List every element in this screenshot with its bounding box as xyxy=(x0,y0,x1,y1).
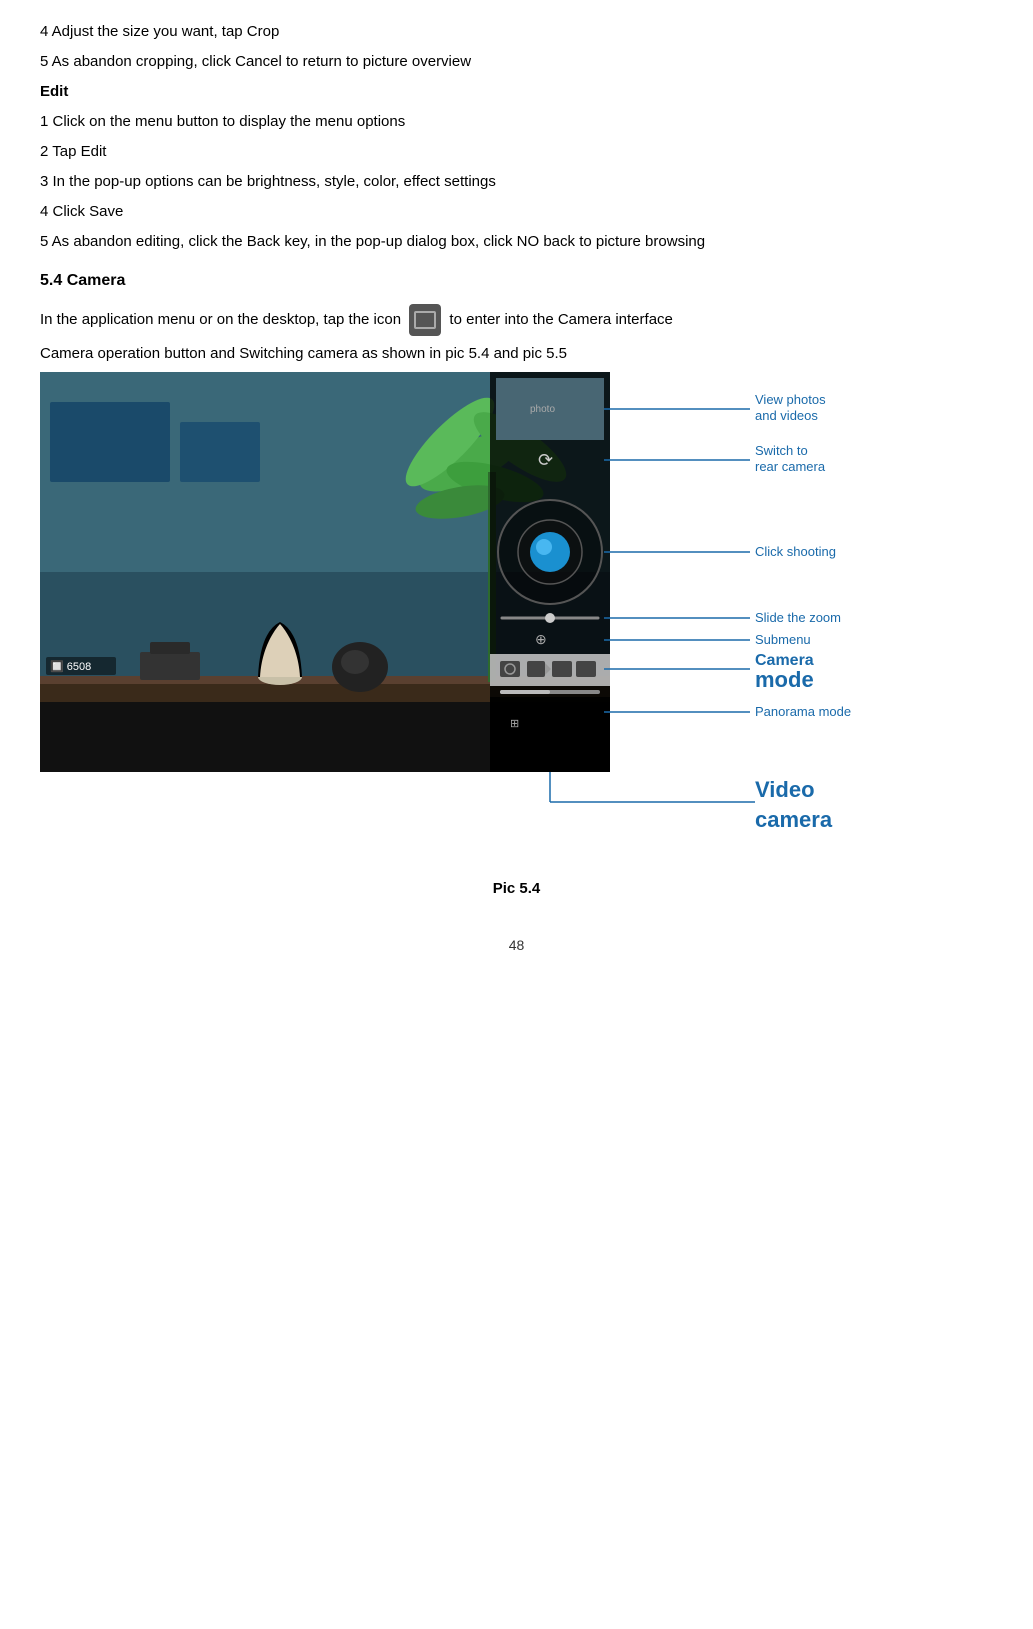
diagram-container: 🔲 6508 photo ⟳ ⊕ xyxy=(40,372,993,897)
pic-caption: Pic 5.4 xyxy=(40,880,993,897)
svg-text:Submenu: Submenu xyxy=(755,632,811,647)
svg-text:Panorama mode: Panorama mode xyxy=(755,704,851,719)
edit-heading: Edit xyxy=(40,80,993,104)
edit-line4: 4 Click Save xyxy=(40,200,993,224)
svg-text:Click shooting: Click shooting xyxy=(755,544,836,559)
section-title: 5.4 Camera xyxy=(40,272,993,290)
svg-text:mode: mode xyxy=(755,667,814,692)
svg-text:and videos: and videos xyxy=(755,408,818,423)
svg-text:Slide the zoom: Slide the zoom xyxy=(755,610,841,625)
svg-text:Switch to: Switch to xyxy=(755,443,808,458)
line2: 5 As abandon cropping, click Cancel to r… xyxy=(40,50,993,74)
camera-app-icon xyxy=(409,304,441,336)
edit-line2: 2 Tap Edit xyxy=(40,140,993,164)
svg-text:camera: camera xyxy=(755,807,833,832)
svg-text:rear camera: rear camera xyxy=(755,459,826,474)
edit-line1: 1 Click on the menu button to display th… xyxy=(40,110,993,134)
svg-text:🔲 6508: 🔲 6508 xyxy=(50,660,91,673)
edit-line3: 3 In the pop-up options can be brightnes… xyxy=(40,170,993,194)
page-number: 48 xyxy=(40,937,993,953)
diagram-svg: 🔲 6508 photo ⟳ ⊕ xyxy=(40,372,1030,872)
intro-text-2: to enter into the Camera interface xyxy=(449,311,672,328)
edit-line5: 5 As abandon editing, click the Back key… xyxy=(40,230,993,254)
camera-section: In the application menu or on the deskto… xyxy=(40,304,993,897)
svg-text:⊞: ⊞ xyxy=(510,718,519,730)
svg-text:⊕: ⊕ xyxy=(535,631,547,647)
intro-text-1: In the application menu or on the deskto… xyxy=(40,311,401,328)
svg-text:⟳: ⟳ xyxy=(538,450,553,470)
intro-text-3: Camera operation button and Switching ca… xyxy=(40,342,993,366)
svg-text:Video: Video xyxy=(755,777,815,802)
svg-text:View photos: View photos xyxy=(755,392,826,407)
line1: 4 Adjust the size you want, tap Crop xyxy=(40,20,993,44)
intro-text: In the application menu or on the deskto… xyxy=(40,304,993,336)
svg-text:photo: photo xyxy=(530,404,555,415)
